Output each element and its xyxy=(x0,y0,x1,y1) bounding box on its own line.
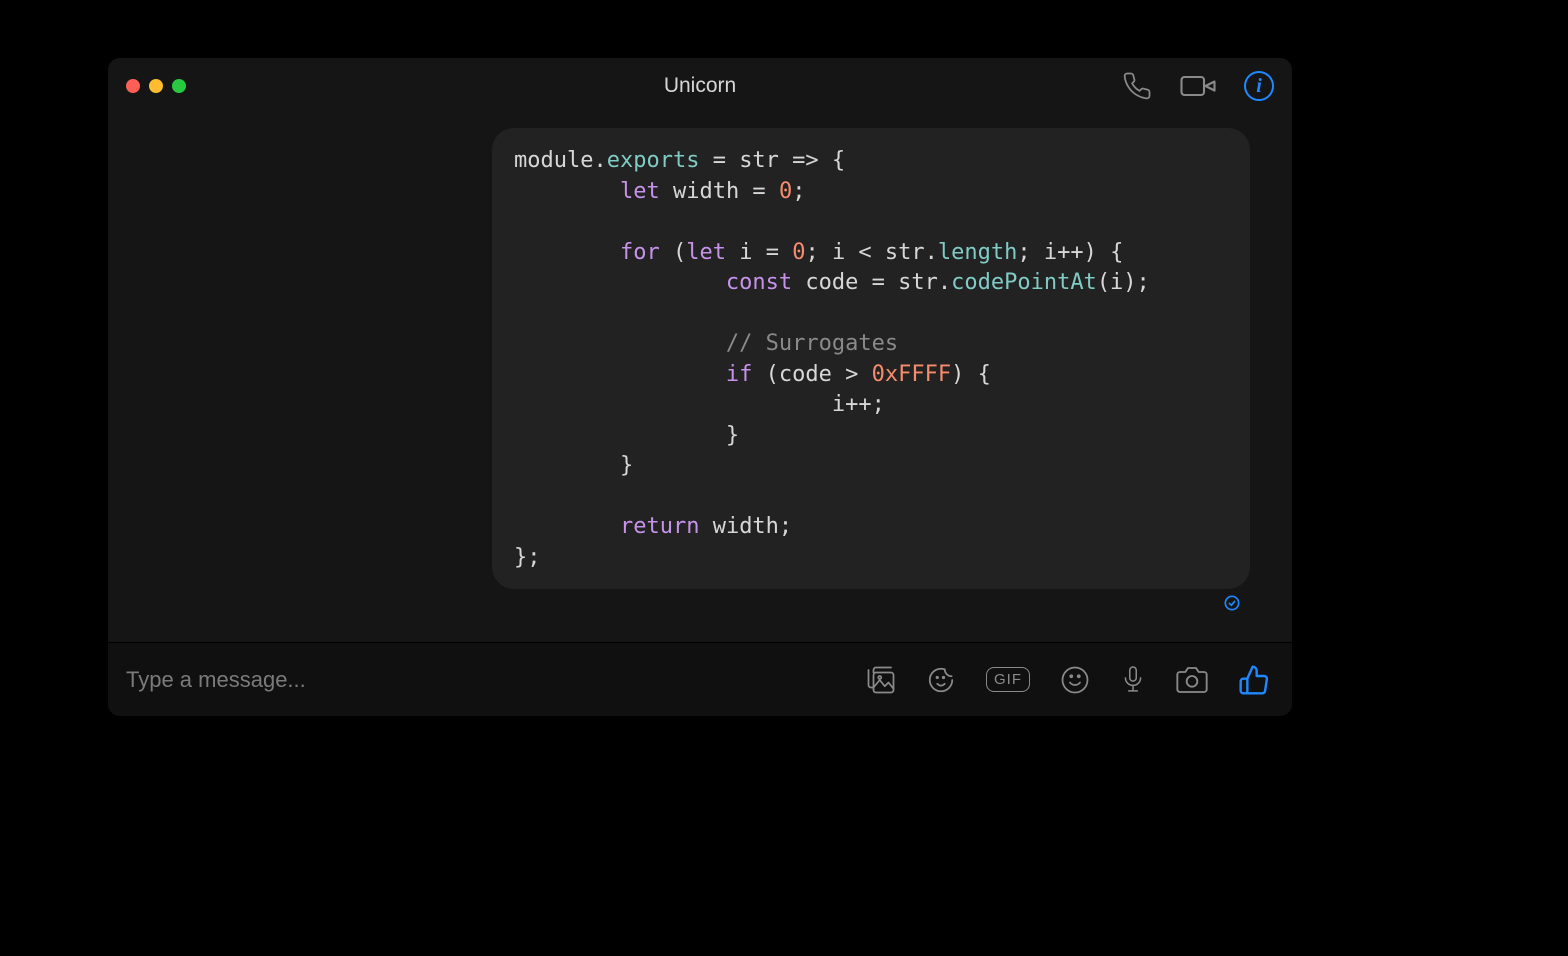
like-button[interactable] xyxy=(1238,664,1270,696)
info-button[interactable]: i xyxy=(1244,71,1274,101)
delivered-icon xyxy=(1224,595,1240,611)
photos-button[interactable] xyxy=(866,665,896,695)
gif-icon: GIF xyxy=(986,667,1030,692)
chat-area: module.exports = str => { let width = 0;… xyxy=(108,114,1292,642)
message-input[interactable] xyxy=(126,667,844,693)
sticker-button[interactable] xyxy=(926,665,956,695)
window-close-button[interactable] xyxy=(126,79,140,93)
emoji-button[interactable] xyxy=(1060,665,1090,695)
window-minimize-button[interactable] xyxy=(149,79,163,93)
composer: GIF xyxy=(108,642,1292,716)
thumbs-up-icon xyxy=(1238,664,1270,696)
phone-icon xyxy=(1122,71,1152,101)
camera-icon xyxy=(1176,666,1208,694)
window-title: Unicorn xyxy=(108,74,1292,98)
smile-icon xyxy=(1060,665,1090,695)
window-zoom-button[interactable] xyxy=(172,79,186,93)
chat-window: Unicorn i module.exports = str => { let … xyxy=(108,58,1292,716)
code-block: module.exports = str => { let width = 0;… xyxy=(514,146,1228,573)
gif-button[interactable]: GIF xyxy=(986,667,1030,692)
voice-button[interactable] xyxy=(1120,664,1146,696)
message-bubble[interactable]: module.exports = str => { let width = 0;… xyxy=(492,128,1250,589)
info-icon: i xyxy=(1256,75,1262,98)
video-icon xyxy=(1180,72,1216,100)
call-button[interactable] xyxy=(1122,71,1152,101)
titlebar-actions: i xyxy=(1122,71,1274,101)
traffic-lights xyxy=(126,79,186,93)
photos-icon xyxy=(866,665,896,695)
titlebar: Unicorn i xyxy=(108,58,1292,114)
composer-actions: GIF xyxy=(866,664,1270,696)
video-call-button[interactable] xyxy=(1180,72,1216,100)
microphone-icon xyxy=(1120,664,1146,696)
camera-button[interactable] xyxy=(1176,666,1208,694)
sticker-icon xyxy=(926,665,956,695)
